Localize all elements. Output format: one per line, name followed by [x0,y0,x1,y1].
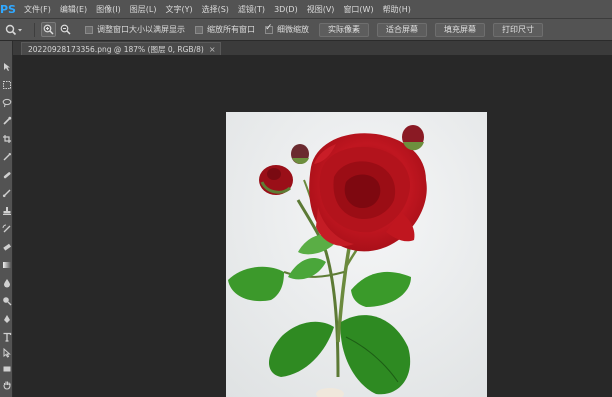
scrubby-zoom-checkbox[interactable]: 细微缩放 [265,23,309,35]
photoshop-logo: PS [0,2,16,16]
type-tool-icon[interactable] [0,331,13,343]
fit-screen-button[interactable]: 适合屏幕 [377,22,427,37]
gradient-tool-icon[interactable] [0,259,13,271]
menu-file[interactable]: 文件(F) [20,0,55,19]
checkbox-label: 调整窗口大小以满屏显示 [97,25,185,34]
zoom-in-button[interactable] [41,22,56,37]
zoom-out-icon [60,24,71,35]
document-tab[interactable]: 20220928173356.png @ 187% (图层 0, RGB/8) … [21,42,221,55]
menu-type[interactable]: 文字(Y) [161,0,196,19]
zoom-all-windows-checkbox[interactable]: 缩放所有窗口 [195,24,255,35]
eyedropper-tool-icon[interactable] [0,151,13,163]
menu-image[interactable]: 图像(I) [92,0,125,19]
blur-tool-icon[interactable] [0,277,13,289]
quick-selection-tool-icon[interactable] [0,115,13,127]
zoom-tool-icon [5,24,22,35]
marquee-tool-icon[interactable] [0,79,13,91]
checkbox-label: 细微缩放 [277,25,309,34]
actual-pixels-button[interactable]: 实际像素 [319,22,369,37]
crop-tool-icon[interactable] [0,133,13,145]
menu-3d[interactable]: 3D(D) [270,0,302,19]
close-tab-icon[interactable]: × [209,45,216,54]
rose-bud-mid [291,144,309,164]
rose-bud-left [259,165,293,195]
menu-help[interactable]: 帮助(H) [379,0,415,19]
menu-bar: PS 文件(F) 编辑(E) 图像(I) 图层(L) 文字(Y) 选择(S) 滤… [0,0,612,19]
main-menu: 文件(F) 编辑(E) 图像(I) 图层(L) 文字(Y) 选择(S) 滤镜(T… [13,0,416,19]
rose-bloom [309,133,427,252]
fill-screen-button[interactable]: 填充屏幕 [435,22,485,37]
menu-window[interactable]: 窗口(W) [339,0,377,19]
rose-illustration [226,112,487,397]
eraser-tool-icon[interactable] [0,241,13,253]
clone-stamp-tool-icon[interactable] [0,205,13,217]
toolbox [0,41,13,397]
checkbox-box [85,25,93,34]
move-tool-icon[interactable] [0,61,13,73]
tool-preset-picker[interactable] [0,19,30,41]
options-bar: 调整窗口大小以满屏显示 缩放所有窗口 细微缩放 实际像素 适合屏幕 填充屏幕 打… [0,19,612,41]
path-selection-tool-icon[interactable] [0,347,13,359]
document-tab-bar: 20220928173356.png @ 187% (图层 0, RGB/8) … [13,41,612,55]
history-brush-tool-icon[interactable] [0,223,13,235]
document-tab-title: 20220928173356.png @ 187% (图层 0, RGB/8) [28,44,204,54]
menu-layer[interactable]: 图层(L) [126,0,161,19]
lasso-tool-icon[interactable] [0,97,13,109]
resize-windows-to-fit-checkbox[interactable]: 调整窗口大小以满屏显示 [85,24,185,35]
options-separator [34,22,35,37]
pen-tool-icon[interactable] [0,313,13,325]
menu-filter[interactable]: 滤镜(T) [234,0,269,19]
dodge-tool-icon[interactable] [0,295,13,307]
print-size-button[interactable]: 打印尺寸 [493,22,543,37]
checkbox-label: 缩放所有窗口 [207,25,255,34]
menu-view[interactable]: 视图(V) [303,0,339,19]
rose-photo [226,112,487,397]
zoom-in-icon [43,24,54,35]
healing-brush-tool-icon[interactable] [0,169,13,181]
canvas-area[interactable] [13,55,612,397]
rectangle-tool-icon[interactable] [0,363,13,375]
menu-edit[interactable]: 编辑(E) [56,0,91,19]
zoom-out-button[interactable] [58,22,73,37]
checkbox-box-checked [265,23,273,34]
brush-tool-icon[interactable] [0,187,13,199]
menu-select[interactable]: 选择(S) [198,0,233,19]
checkbox-box [195,25,203,34]
hand-tool-icon[interactable] [0,379,13,391]
